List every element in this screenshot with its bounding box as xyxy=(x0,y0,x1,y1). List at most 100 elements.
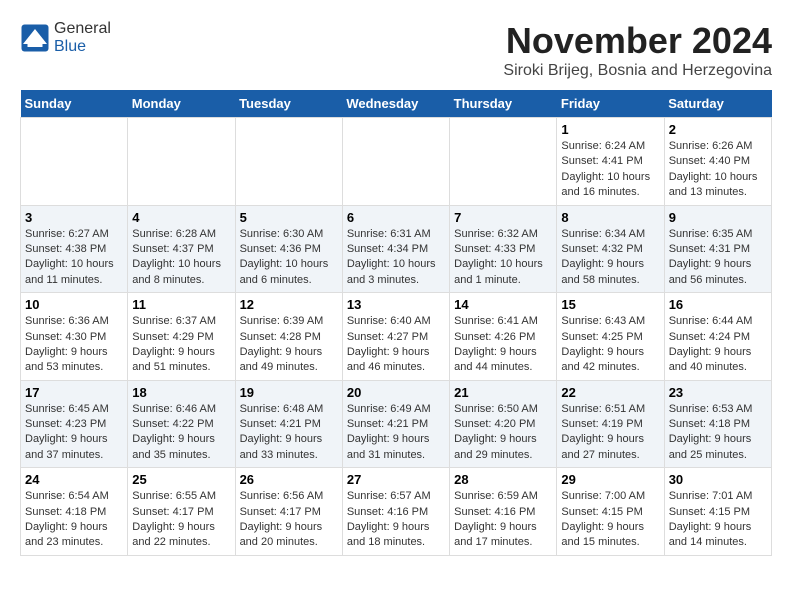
cell-content: Sunrise: 7:01 AM Sunset: 4:15 PM Dayligh… xyxy=(669,489,767,551)
calendar-cell: 17 Sunrise: 6:45 AM Sunset: 4:23 PM Dayli… xyxy=(21,380,128,468)
day-number: 9 xyxy=(669,210,767,225)
weekday-header-saturday: Saturday xyxy=(664,90,771,118)
day-number: 24 xyxy=(25,472,123,487)
calendar-cell: 15 Sunrise: 6:43 AM Sunset: 4:25 PM Dayli… xyxy=(557,293,664,381)
calendar-table: SundayMondayTuesdayWednesdayThursdayFrid… xyxy=(20,90,772,556)
calendar-cell: 29 Sunrise: 7:00 AM Sunset: 4:15 PM Dayli… xyxy=(557,468,664,556)
calendar-cell: 16Sunrise: 6:44 AM Sunset: 4:24 PM Dayli… xyxy=(664,293,771,381)
day-number: 7 xyxy=(454,210,552,225)
cell-content: Sunrise: 6:54 AM Sunset: 4:18 PM Dayligh… xyxy=(25,489,123,551)
calendar-cell: 5Sunrise: 6:30 AM Sunset: 4:36 PM Daylig… xyxy=(235,205,342,293)
logo-blue-text: Blue xyxy=(54,38,86,55)
week-row-2: 3 Sunrise: 6:27 AM Sunset: 4:38 PM Daylig… xyxy=(21,205,772,293)
calendar-cell: 4 Sunrise: 6:28 AM Sunset: 4:37 PM Daylig… xyxy=(128,205,235,293)
cell-content: Sunrise: 6:50 AM Sunset: 4:20 PM Dayligh… xyxy=(454,402,552,464)
calendar-cell: 25 Sunrise: 6:55 AM Sunset: 4:17 PM Dayli… xyxy=(128,468,235,556)
day-number: 30 xyxy=(669,472,767,487)
day-number: 3 xyxy=(25,210,123,225)
day-number: 21 xyxy=(454,385,552,400)
cell-content: Sunrise: 6:57 AM Sunset: 4:16 PM Dayligh… xyxy=(347,489,445,551)
location: Siroki Brijeg, Bosnia and Herzegovina xyxy=(503,62,772,80)
cell-content: Sunrise: 6:59 AM Sunset: 4:16 PM Dayligh… xyxy=(454,489,552,551)
day-number: 4 xyxy=(132,210,230,225)
calendar-cell xyxy=(342,118,449,206)
day-number: 14 xyxy=(454,297,552,312)
day-number: 22 xyxy=(561,385,659,400)
cell-content: Sunrise: 6:31 AM Sunset: 4:34 PM Dayligh… xyxy=(347,227,445,289)
day-number: 29 xyxy=(561,472,659,487)
calendar-cell: 22 Sunrise: 6:51 AM Sunset: 4:19 PM Dayli… xyxy=(557,380,664,468)
calendar-cell: 27 Sunrise: 6:57 AM Sunset: 4:16 PM Dayli… xyxy=(342,468,449,556)
weekday-header-wednesday: Wednesday xyxy=(342,90,449,118)
day-number: 12 xyxy=(240,297,338,312)
calendar-cell xyxy=(21,118,128,206)
calendar-cell: 20Sunrise: 6:49 AM Sunset: 4:21 PM Dayli… xyxy=(342,380,449,468)
month-title: November 2024 xyxy=(503,20,772,62)
cell-content: Sunrise: 6:51 AM Sunset: 4:19 PM Dayligh… xyxy=(561,402,659,464)
day-number: 27 xyxy=(347,472,445,487)
calendar-cell: 7Sunrise: 6:32 AM Sunset: 4:33 PM Daylig… xyxy=(450,205,557,293)
day-number: 2 xyxy=(669,122,767,137)
cell-content: Sunrise: 6:49 AM Sunset: 4:21 PM Dayligh… xyxy=(347,402,445,464)
cell-content: Sunrise: 6:53 AM Sunset: 4:18 PM Dayligh… xyxy=(669,402,767,464)
cell-content: Sunrise: 6:40 AM Sunset: 4:27 PM Dayligh… xyxy=(347,314,445,376)
cell-content: Sunrise: 6:46 AM Sunset: 4:22 PM Dayligh… xyxy=(132,402,230,464)
cell-content: Sunrise: 6:41 AM Sunset: 4:26 PM Dayligh… xyxy=(454,314,552,376)
calendar-cell xyxy=(235,118,342,206)
cell-content: Sunrise: 6:30 AM Sunset: 4:36 PM Dayligh… xyxy=(240,227,338,289)
weekday-header-friday: Friday xyxy=(557,90,664,118)
day-number: 16 xyxy=(669,297,767,312)
weekday-header-sunday: Sunday xyxy=(21,90,128,118)
day-number: 10 xyxy=(25,297,123,312)
day-number: 13 xyxy=(347,297,445,312)
cell-content: Sunrise: 6:37 AM Sunset: 4:29 PM Dayligh… xyxy=(132,314,230,376)
week-row-5: 24 Sunrise: 6:54 AM Sunset: 4:18 PM Dayli… xyxy=(21,468,772,556)
cell-content: Sunrise: 6:45 AM Sunset: 4:23 PM Dayligh… xyxy=(25,402,123,464)
cell-content: Sunrise: 6:28 AM Sunset: 4:37 PM Dayligh… xyxy=(132,227,230,289)
day-number: 18 xyxy=(132,385,230,400)
calendar-cell: 23 Sunrise: 6:53 AM Sunset: 4:18 PM Dayli… xyxy=(664,380,771,468)
cell-content: Sunrise: 6:24 AM Sunset: 4:41 PM Dayligh… xyxy=(561,139,659,201)
calendar-cell: 28 Sunrise: 6:59 AM Sunset: 4:16 PM Dayli… xyxy=(450,468,557,556)
weekday-header-row: SundayMondayTuesdayWednesdayThursdayFrid… xyxy=(21,90,772,118)
calendar-cell: 12 Sunrise: 6:39 AM Sunset: 4:28 PM Dayli… xyxy=(235,293,342,381)
calendar-cell xyxy=(128,118,235,206)
title-area: November 2024 Siroki Brijeg, Bosnia and … xyxy=(503,20,772,80)
week-row-4: 17 Sunrise: 6:45 AM Sunset: 4:23 PM Dayli… xyxy=(21,380,772,468)
weekday-header-tuesday: Tuesday xyxy=(235,90,342,118)
day-number: 25 xyxy=(132,472,230,487)
day-number: 1 xyxy=(561,122,659,137)
weekday-header-thursday: Thursday xyxy=(450,90,557,118)
calendar-cell: 30 Sunrise: 7:01 AM Sunset: 4:15 PM Dayli… xyxy=(664,468,771,556)
cell-content: Sunrise: 6:43 AM Sunset: 4:25 PM Dayligh… xyxy=(561,314,659,376)
calendar-cell xyxy=(450,118,557,206)
cell-content: Sunrise: 6:36 AM Sunset: 4:30 PM Dayligh… xyxy=(25,314,123,376)
cell-content: Sunrise: 6:56 AM Sunset: 4:17 PM Dayligh… xyxy=(240,489,338,551)
calendar-cell: 13 Sunrise: 6:40 AM Sunset: 4:27 PM Dayli… xyxy=(342,293,449,381)
cell-content: Sunrise: 6:35 AM Sunset: 4:31 PM Dayligh… xyxy=(669,227,767,289)
cell-content: Sunrise: 6:39 AM Sunset: 4:28 PM Dayligh… xyxy=(240,314,338,376)
calendar-cell: 26Sunrise: 6:56 AM Sunset: 4:17 PM Dayli… xyxy=(235,468,342,556)
calendar-cell: 6Sunrise: 6:31 AM Sunset: 4:34 PM Daylig… xyxy=(342,205,449,293)
calendar-cell: 3 Sunrise: 6:27 AM Sunset: 4:38 PM Daylig… xyxy=(21,205,128,293)
day-number: 28 xyxy=(454,472,552,487)
day-number: 11 xyxy=(132,297,230,312)
weekday-header-monday: Monday xyxy=(128,90,235,118)
day-number: 23 xyxy=(669,385,767,400)
cell-content: Sunrise: 6:34 AM Sunset: 4:32 PM Dayligh… xyxy=(561,227,659,289)
cell-content: Sunrise: 7:00 AM Sunset: 4:15 PM Dayligh… xyxy=(561,489,659,551)
day-number: 17 xyxy=(25,385,123,400)
calendar-cell: 19Sunrise: 6:48 AM Sunset: 4:21 PM Dayli… xyxy=(235,380,342,468)
day-number: 8 xyxy=(561,210,659,225)
calendar-cell: 1 Sunrise: 6:24 AM Sunset: 4:41 PM Daylig… xyxy=(557,118,664,206)
calendar-cell: 11 Sunrise: 6:37 AM Sunset: 4:29 PM Dayli… xyxy=(128,293,235,381)
cell-content: Sunrise: 6:55 AM Sunset: 4:17 PM Dayligh… xyxy=(132,489,230,551)
header: General Blue November 2024 Siroki Brijeg… xyxy=(20,20,772,80)
week-row-1: 1 Sunrise: 6:24 AM Sunset: 4:41 PM Daylig… xyxy=(21,118,772,206)
calendar-cell: 24 Sunrise: 6:54 AM Sunset: 4:18 PM Dayli… xyxy=(21,468,128,556)
cell-content: Sunrise: 6:27 AM Sunset: 4:38 PM Dayligh… xyxy=(25,227,123,289)
day-number: 15 xyxy=(561,297,659,312)
calendar-cell: 8 Sunrise: 6:34 AM Sunset: 4:32 PM Daylig… xyxy=(557,205,664,293)
cell-content: Sunrise: 6:26 AM Sunset: 4:40 PM Dayligh… xyxy=(669,139,767,201)
calendar-cell: 14 Sunrise: 6:41 AM Sunset: 4:26 PM Dayli… xyxy=(450,293,557,381)
